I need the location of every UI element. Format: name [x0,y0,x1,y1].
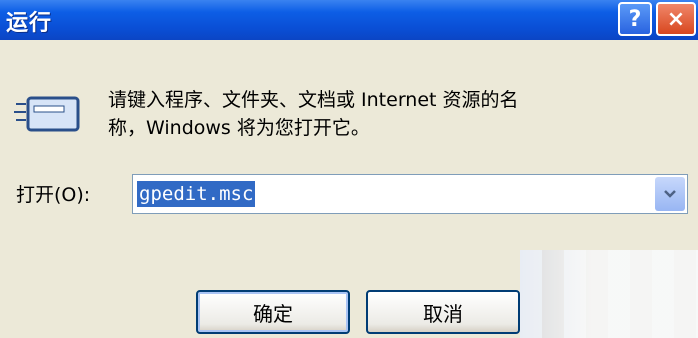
close-button[interactable]: × [656,2,696,36]
cancel-button[interactable]: 取消 [366,290,520,334]
description-line-1: 请键入程序、文件夹、文档或 Internet 资源的名 [108,89,519,111]
chevron-down-icon[interactable] [655,177,685,211]
open-combobox[interactable]: gpedit.msc [132,174,688,214]
help-button[interactable]: ? [618,2,652,36]
window-title: 运行 [6,11,53,36]
blurred-region [520,250,698,338]
ok-button[interactable]: 确定 [196,290,350,334]
description-line-2: 称，Windows 将为您打开它。 [108,117,370,139]
open-field-label: 打开(O): [16,184,91,206]
run-program-icon [14,92,82,136]
dialog-description: 请键入程序、文件夹、文档或 Internet 资源的名 称，Windows 将为… [108,86,688,142]
open-input[interactable]: gpedit.msc [137,181,256,207]
title-bar[interactable]: 运行 ? × [0,0,698,40]
